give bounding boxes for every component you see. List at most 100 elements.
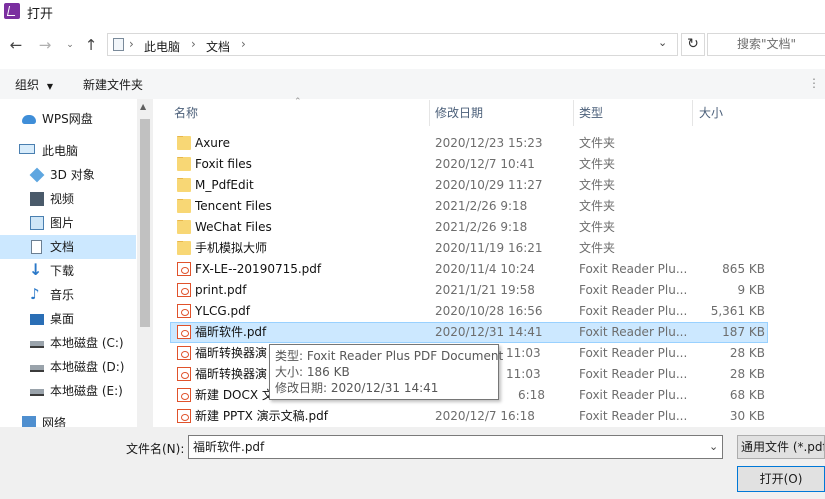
breadcrumb-separator-icon: ›: [191, 37, 196, 51]
file-size: 865 KB: [722, 262, 765, 276]
refresh-icon[interactable]: ↻: [681, 33, 705, 56]
column-divider[interactable]: [573, 100, 574, 126]
column-header-type[interactable]: 类型: [579, 100, 603, 126]
pdf-file-icon: [177, 304, 191, 318]
nav-item-wps-cloud[interactable]: WPS网盘: [0, 107, 136, 131]
address-dropdown-chevron-icon[interactable]: ⌄: [658, 36, 667, 49]
filetype-select[interactable]: 通用文件 (*.pdf: [737, 435, 825, 459]
folder-icon: [177, 178, 191, 192]
file-name: 福昕软件.pdf: [195, 325, 267, 339]
new-folder-button[interactable]: 新建文件夹: [83, 76, 143, 93]
title-bar: [0, 0, 825, 22]
breadcrumb-separator-icon: ›: [129, 37, 134, 51]
nav-item-documents[interactable]: 文档: [0, 235, 136, 259]
file-row[interactable]: M_PdfEdit 2020/10/29 11:27 文件夹: [170, 175, 768, 196]
file-name: 福昕转换器演: [195, 367, 268, 381]
organize-dropdown-icon: ▼: [46, 82, 53, 91]
file-size: 30 KB: [729, 409, 765, 423]
file-name: YLCG.pdf: [195, 304, 250, 318]
file-row[interactable]: YLCG.pdf 2020/10/28 16:56 Foxit Reader P…: [170, 301, 768, 322]
nav-item-music[interactable]: ♪ 音乐: [0, 283, 136, 307]
file-row[interactable]: print.pdf 2021/1/21 19:58 Foxit Reader P…: [170, 280, 768, 301]
nav-item-drive-d[interactable]: 本地磁盘 (D:): [0, 355, 136, 379]
file-date: 2020/11/4 10:24: [435, 262, 535, 276]
nav-item-drive-e[interactable]: 本地磁盘 (E:): [0, 379, 136, 403]
open-button[interactable]: 打开(O): [737, 466, 825, 492]
breadcrumb-this-pc[interactable]: 此电脑: [144, 38, 180, 55]
column-header-date[interactable]: 修改日期: [435, 100, 483, 126]
file-row[interactable]: 手机模拟大师 2020/11/19 16:21 文件夹: [170, 238, 768, 259]
file-type: Foxit Reader Plu...: [579, 283, 688, 297]
file-name: print.pdf: [195, 283, 247, 297]
address-bar[interactable]: › 此电脑 › 文档 › ⌄: [107, 33, 678, 56]
file-date: 6:18: [518, 388, 545, 402]
drive-icon: [30, 365, 44, 372]
file-name: 新建 DOCX 文: [195, 388, 274, 402]
pictures-icon: [30, 216, 44, 230]
cloud-icon: [22, 115, 36, 124]
file-date: 2020/10/28 16:56: [435, 304, 543, 318]
pdf-file-icon: [177, 283, 191, 297]
filename-label: 文件名(N):: [126, 442, 185, 456]
file-date: 2020/12/7 16:18: [435, 409, 535, 423]
file-name: 新建 PPTX 演示文稿.pdf: [195, 409, 328, 423]
file-name: WeChat Files: [195, 220, 272, 234]
nav-item-network[interactable]: 网络: [0, 411, 136, 427]
back-arrow-icon[interactable]: ←: [7, 35, 25, 55]
file-row-selected[interactable]: 福昕软件.pdf 2020/12/31 14:41 Foxit Reader P…: [170, 322, 768, 343]
organize-label: 组织: [15, 78, 40, 92]
nav-item-pictures[interactable]: 图片: [0, 211, 136, 235]
folder-icon: [177, 241, 191, 255]
desktop-icon: [30, 314, 44, 325]
forward-arrow-icon[interactable]: →: [36, 35, 54, 55]
file-row[interactable]: WeChat Files 2021/2/26 9:18 文件夹: [170, 217, 768, 238]
column-header-size[interactable]: 大小: [699, 100, 723, 126]
nav-item-3d-objects[interactable]: 3D 对象: [0, 163, 136, 187]
column-divider[interactable]: [429, 100, 430, 126]
nav-item-downloads[interactable]: ↓ 下载: [0, 259, 136, 283]
filename-dropdown-chevron-icon[interactable]: ⌄: [709, 436, 718, 458]
file-date: 2021/2/26 9:18: [435, 220, 528, 234]
file-name: FX-LE--20190715.pdf: [195, 262, 322, 276]
nav-item-desktop[interactable]: 桌面: [0, 307, 136, 331]
file-row[interactable]: 新建 PPTX 演示文稿.pdf 2020/12/7 16:18 Foxit R…: [170, 406, 768, 427]
file-row[interactable]: Foxit files 2020/12/7 10:41 文件夹: [170, 154, 768, 175]
tooltip-type: 类型: Foxit Reader Plus PDF Document: [275, 349, 504, 363]
file-type: Foxit Reader Plu...: [579, 304, 688, 318]
file-size: [689, 217, 765, 238]
file-name: Tencent Files: [195, 199, 272, 213]
window-title: 打开: [27, 7, 54, 22]
up-arrow-icon[interactable]: ↑: [82, 35, 100, 55]
file-date: 2021/1/21 19:58: [435, 283, 535, 297]
navigation-scrollbar[interactable]: ▲: [137, 99, 153, 427]
file-name: Foxit files: [195, 157, 252, 171]
tooltip-size: 大小: 186 KB: [275, 365, 350, 379]
file-row[interactable]: Tencent Files 2021/2/26 9:18 文件夹: [170, 196, 768, 217]
nav-item-videos[interactable]: 视频: [0, 187, 136, 211]
column-divider[interactable]: [692, 100, 693, 126]
column-header-name[interactable]: 名称: [174, 100, 198, 126]
breadcrumb-documents[interactable]: 文档: [206, 38, 230, 55]
recent-locations-chevron-icon[interactable]: ⌄: [61, 35, 79, 55]
organize-button[interactable]: 组织 ▼: [15, 76, 53, 93]
nav-item-this-pc[interactable]: 此电脑: [0, 139, 136, 163]
file-type: 文件夹: [579, 178, 616, 192]
computer-icon: [19, 144, 35, 154]
view-options-icon[interactable]: ⋮: [808, 76, 820, 90]
file-size: 187 KB: [722, 325, 765, 339]
folder-icon: [177, 157, 191, 171]
file-row[interactable]: Axure 2020/12/23 15:23 文件夹: [170, 133, 768, 154]
nav-item-drive-c[interactable]: 本地磁盘 (C:): [0, 331, 136, 355]
file-size: 5,361 KB: [710, 304, 765, 318]
pdf-file-icon: [177, 409, 191, 423]
file-date: 2020/12/31 14:41: [435, 325, 543, 339]
search-input[interactable]: 搜索"文档": [707, 33, 825, 56]
folder-icon: [177, 136, 191, 150]
file-name: Axure: [195, 136, 230, 150]
scrollbar-thumb[interactable]: [140, 119, 150, 327]
file-row[interactable]: FX-LE--20190715.pdf 2020/11/4 10:24 Foxi…: [170, 259, 768, 280]
file-date: 11:03: [506, 346, 541, 360]
scroll-up-arrow-icon[interactable]: ▲: [140, 102, 146, 111]
network-icon: [22, 416, 36, 427]
filename-input[interactable]: 福昕软件.pdf ⌄: [188, 435, 723, 459]
